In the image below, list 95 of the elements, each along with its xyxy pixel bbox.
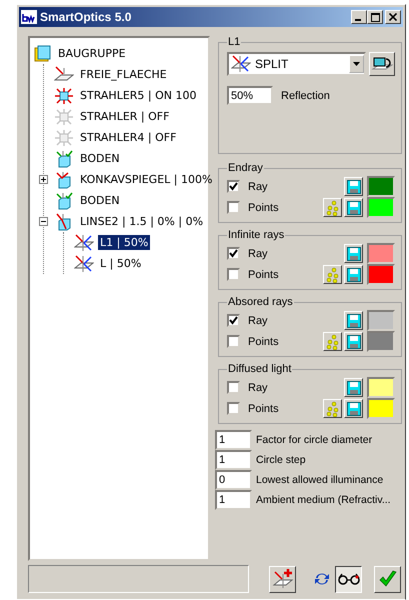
close-icon: [389, 13, 397, 21]
checkbox-label: Ray: [248, 180, 269, 192]
points-button[interactable]: [323, 332, 342, 351]
group-title: Infinite rays: [227, 229, 286, 241]
glasses-icon: [336, 573, 360, 585]
app-logo-icon: [21, 10, 37, 24]
color-swatch[interactable]: [367, 264, 395, 285]
dots-icon: [324, 334, 340, 350]
tree-item[interactable]: L1 | 50%: [98, 235, 150, 250]
checkmark-icon: [378, 569, 398, 589]
ok-button[interactable]: [374, 566, 401, 592]
checkbox-label: Points: [248, 402, 280, 414]
points-button[interactable]: [323, 265, 342, 284]
checkbox[interactable]: [227, 180, 240, 193]
refresh-icon: [312, 571, 330, 587]
camera-button[interactable]: [369, 52, 395, 76]
field-label: Factor for circle diameter: [256, 434, 372, 446]
field-label: Reflection: [281, 90, 330, 102]
tree-item[interactable]: LINSE2 | 1.5 | 0% | 0%: [78, 214, 206, 229]
dots-icon: [324, 266, 340, 282]
tree-item[interactable]: KONKAVSPIEGEL | 100%: [78, 172, 214, 187]
surface-icon: [54, 66, 74, 84]
tree-item[interactable]: FREIE_FLAECHE: [78, 67, 169, 82]
group-title: Diffused light: [227, 363, 292, 375]
color-swatch[interactable]: [367, 310, 395, 331]
window-title: SmartOptics 5.0: [40, 10, 132, 24]
light-source-icon: [54, 128, 74, 146]
checkbox-label: Points: [248, 268, 280, 280]
light-source-icon: [54, 86, 74, 104]
mode-dropdown[interactable]: SPLIT: [227, 52, 366, 76]
maximize-icon: [370, 12, 380, 22]
save-button[interactable]: [344, 177, 363, 196]
beam-splitter-icon: [231, 55, 251, 73]
save-button[interactable]: [344, 378, 363, 397]
field-label: Ambient medium (Refractiv...: [256, 494, 391, 506]
add-surface-icon: [272, 568, 294, 590]
checkbox[interactable]: [227, 247, 240, 260]
tree-item[interactable]: BODEN: [78, 193, 122, 208]
checkbox[interactable]: [227, 381, 240, 394]
tree-item[interactable]: BODEN: [78, 151, 122, 166]
checkbox-label: Points: [248, 202, 280, 214]
checkbox-label: Ray: [248, 248, 269, 260]
color-swatch[interactable]: [367, 243, 395, 264]
points-button[interactable]: [323, 399, 342, 418]
field-label: Circle step: [256, 454, 306, 466]
cube-icon: [54, 150, 74, 168]
cube-icon: [54, 192, 74, 210]
checkbox-label: Ray: [248, 382, 269, 394]
save-button[interactable]: [344, 399, 363, 418]
color-swatch[interactable]: [367, 398, 395, 419]
tree-item[interactable]: L | 50%: [98, 256, 144, 271]
checkbox[interactable]: [227, 335, 240, 348]
checkbox[interactable]: [227, 402, 240, 415]
color-swatch[interactable]: [367, 377, 395, 398]
input-field[interactable]: 1: [215, 450, 252, 470]
field-label: Lowest allowed illuminance: [256, 474, 384, 486]
add-surface-button[interactable]: [269, 566, 296, 592]
input-field[interactable]: 1: [215, 490, 252, 510]
checkbox[interactable]: [227, 314, 240, 327]
save-button[interactable]: [344, 244, 363, 263]
light-source-icon: [54, 108, 74, 126]
save-button[interactable]: [344, 265, 363, 284]
checkbox[interactable]: [227, 268, 240, 281]
minimize-button[interactable]: [351, 10, 367, 24]
dots-icon: [324, 400, 340, 416]
checkbox-label: Points: [248, 336, 280, 348]
color-swatch[interactable]: [367, 176, 395, 197]
beam-splitter-icon: [74, 254, 94, 272]
glasses-button[interactable]: [335, 566, 362, 592]
group-title: L1: [227, 36, 242, 48]
input-field[interactable]: 1: [215, 430, 252, 450]
color-swatch[interactable]: [367, 331, 395, 352]
checkbox-label: Ray: [248, 314, 269, 326]
group-title: Endray: [227, 162, 264, 174]
save-button[interactable]: [344, 311, 363, 330]
group-title: Absored rays: [227, 296, 294, 308]
tree-item[interactable]: STRAHLER5 | ON 100: [78, 88, 198, 103]
save-button[interactable]: [344, 198, 363, 217]
reflection-field[interactable]: 50%: [227, 86, 273, 105]
dots-icon: [324, 200, 340, 216]
expand-toggle[interactable]: [39, 175, 48, 184]
close-button[interactable]: [385, 10, 401, 24]
points-button[interactable]: [323, 198, 342, 217]
caret-icon: [353, 62, 360, 66]
tree-item[interactable]: STRAHLER | OFF: [78, 109, 172, 124]
tree-item[interactable]: STRAHLER4 | OFF: [78, 130, 178, 145]
maximize-button[interactable]: [367, 10, 383, 24]
tree-item[interactable]: BAUGRUPPE: [56, 46, 128, 61]
input-field[interactable]: 0: [215, 470, 252, 490]
expand-toggle[interactable]: [39, 217, 48, 226]
beam-splitter-icon: [74, 234, 94, 252]
checkbox[interactable]: [227, 201, 240, 214]
folder-icon: [34, 44, 52, 62]
save-button[interactable]: [344, 332, 363, 351]
color-swatch[interactable]: [367, 197, 395, 218]
